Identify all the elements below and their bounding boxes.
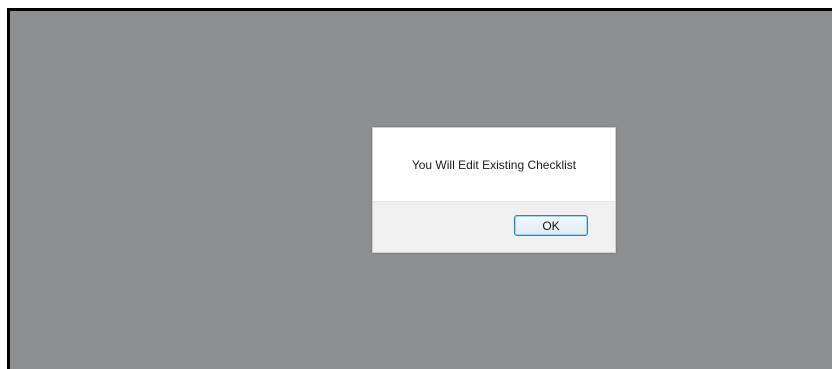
dialog-footer: OK <box>373 201 615 252</box>
dialog-message: You Will Edit Existing Checklist <box>411 158 577 172</box>
dialog-message-area: You Will Edit Existing Checklist <box>373 128 615 202</box>
ok-button[interactable]: OK <box>514 215 588 236</box>
alert-dialog: You Will Edit Existing Checklist OK <box>372 127 616 253</box>
browser-window-frame: You Will Edit Existing Checklist OK <box>7 8 832 369</box>
